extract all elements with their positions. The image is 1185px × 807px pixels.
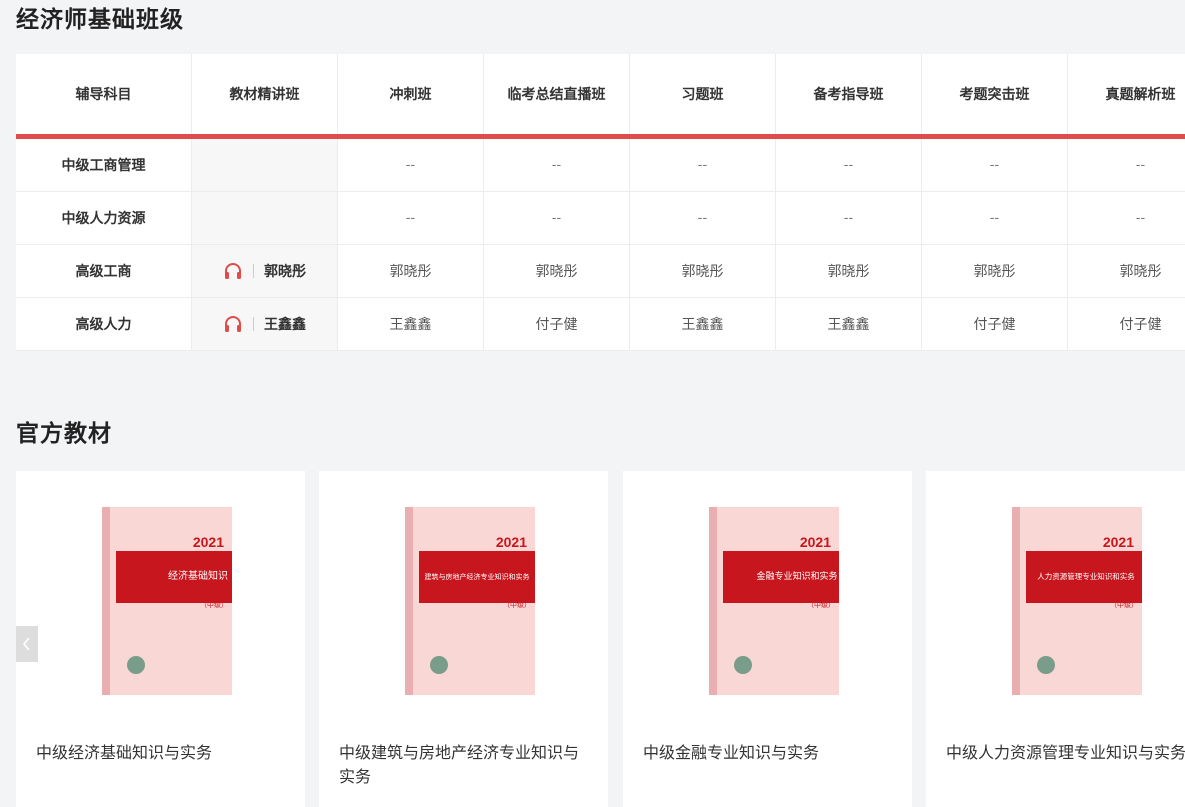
cover-level: （中级） xyxy=(1110,600,1138,609)
cover-name: 金融专业知识和实务 xyxy=(756,570,837,582)
cover-name: 人力资源管理专业知识和实务 xyxy=(1037,571,1135,581)
class-cell: -- xyxy=(922,139,1068,191)
class-cell[interactable]: 郭晓彤 xyxy=(484,245,630,297)
cover-year: 2021 xyxy=(1103,534,1134,550)
class-cell[interactable]: 郭晓彤 xyxy=(630,245,776,297)
book-title[interactable]: 中级人力资源管理专业知识与实务 xyxy=(946,741,1185,765)
header-sprint: 冲刺班 xyxy=(338,54,484,134)
cover-seal xyxy=(127,656,145,674)
class-cell: -- xyxy=(922,192,1068,244)
class-cell[interactable]: 王鑫鑫 xyxy=(338,298,484,350)
cover-name: 经济基础知识 xyxy=(168,569,228,582)
book-card[interactable]: 2021 金融专业知识和实务 （中级） 中级金融专业知识与实务 xyxy=(623,471,912,807)
divider xyxy=(253,317,254,331)
headphones-icon[interactable] xyxy=(223,315,243,333)
table-header-row: 辅导科目 教材精讲班 冲刺班 临考总结直播班 习题班 备考指导班 考题突击班 真… xyxy=(16,54,1185,134)
cover-year: 2021 xyxy=(496,534,527,550)
class-cell[interactable]: 付子健 xyxy=(484,298,630,350)
lecture-cell-empty xyxy=(192,192,338,244)
class-cell: -- xyxy=(1068,139,1185,191)
class-cell[interactable]: 郭晓彤 xyxy=(922,245,1068,297)
class-table: 辅导科目 教材精讲班 冲刺班 临考总结直播班 习题班 备考指导班 考题突击班 真… xyxy=(16,54,1185,351)
class-cell: -- xyxy=(1068,192,1185,244)
headphones-icon[interactable] xyxy=(223,262,243,280)
divider xyxy=(253,264,254,278)
section-title-books: 官方教材 xyxy=(16,421,112,447)
section-title-classes: 经济师基础班级 xyxy=(16,7,184,33)
cover-level: （中级） xyxy=(807,600,835,609)
lecturer-name[interactable]: 王鑫鑫 xyxy=(264,314,306,334)
class-cell: -- xyxy=(630,192,776,244)
header-lecture: 教材精讲班 xyxy=(192,54,338,134)
class-cell: -- xyxy=(484,139,630,191)
book-card[interactable]: 2021 经济基础知识 （中级） 中级经济基础知识与实务 xyxy=(16,471,305,807)
header-guide: 备考指导班 xyxy=(776,54,922,134)
class-cell[interactable]: 郭晓彤 xyxy=(338,245,484,297)
book-cover-image[interactable]: 2021 经济基础知识 （中级） xyxy=(102,507,232,695)
chevron-left-icon[interactable] xyxy=(22,636,32,652)
class-cell: -- xyxy=(630,139,776,191)
subject-cell: 高级人力 xyxy=(16,298,192,350)
class-cell[interactable]: 王鑫鑫 xyxy=(630,298,776,350)
cover-level: （中级） xyxy=(200,600,228,609)
class-cell[interactable]: 郭晓彤 xyxy=(776,245,922,297)
class-cell[interactable]: 付子健 xyxy=(1068,298,1185,350)
table-row: 高级人力 王鑫鑫 王鑫鑫 付子健 王鑫鑫 王鑫鑫 付子健 付子健 xyxy=(16,298,1185,351)
carousel-prev-button[interactable] xyxy=(16,626,38,662)
cover-level: （中级） xyxy=(503,600,531,609)
class-cell[interactable]: 付子健 xyxy=(922,298,1068,350)
class-cell: -- xyxy=(776,139,922,191)
lecture-cell[interactable]: 王鑫鑫 xyxy=(192,298,338,350)
book-title[interactable]: 中级经济基础知识与实务 xyxy=(36,741,286,765)
table-row: 中级工商管理 -- -- -- -- -- -- xyxy=(16,139,1185,192)
book-card[interactable]: 2021 人力资源管理专业知识和实务 （中级） 中级人力资源管理专业知识与实务 xyxy=(926,471,1185,807)
class-cell[interactable]: 郭晓彤 xyxy=(1068,245,1185,297)
book-cover-image[interactable]: 2021 建筑与房地产经济专业知识和实务 （中级） xyxy=(405,507,535,695)
class-cell: -- xyxy=(484,192,630,244)
header-analysis: 真题解析班 xyxy=(1068,54,1185,134)
book-card[interactable]: 2021 建筑与房地产经济专业知识和实务 （中级） 中级建筑与房地产经济专业知识… xyxy=(319,471,608,807)
book-carousel: 2021 经济基础知识 （中级） 中级经济基础知识与实务 2021 建筑与房地产… xyxy=(16,471,1185,807)
cover-seal xyxy=(430,656,448,674)
book-cover-image[interactable]: 2021 金融专业知识和实务 （中级） xyxy=(709,507,839,695)
class-cell: -- xyxy=(338,192,484,244)
book-title[interactable]: 中级建筑与房地产经济专业知识与实务 xyxy=(339,741,589,789)
header-assault: 考题突击班 xyxy=(922,54,1068,134)
lecture-cell[interactable]: 郭晓彤 xyxy=(192,245,338,297)
cover-seal xyxy=(1037,656,1055,674)
header-subject: 辅导科目 xyxy=(16,54,192,134)
subject-cell: 高级工商 xyxy=(16,245,192,297)
table-row: 中级人力资源 -- -- -- -- -- -- xyxy=(16,192,1185,245)
book-cover-image[interactable]: 2021 人力资源管理专业知识和实务 （中级） xyxy=(1012,507,1142,695)
table-row: 高级工商 郭晓彤 郭晓彤 郭晓彤 郭晓彤 郭晓彤 郭晓彤 郭晓彤 xyxy=(16,245,1185,298)
header-exercise: 习题班 xyxy=(630,54,776,134)
class-cell[interactable]: 王鑫鑫 xyxy=(776,298,922,350)
subject-cell: 中级人力资源 xyxy=(16,192,192,244)
lecturer-name[interactable]: 郭晓彤 xyxy=(264,261,306,281)
cover-year: 2021 xyxy=(800,534,831,550)
class-cell: -- xyxy=(338,139,484,191)
book-title[interactable]: 中级金融专业知识与实务 xyxy=(643,741,893,765)
class-cell: -- xyxy=(776,192,922,244)
lecture-cell-empty xyxy=(192,139,338,191)
header-live: 临考总结直播班 xyxy=(484,54,630,134)
subject-cell: 中级工商管理 xyxy=(16,139,192,191)
cover-seal xyxy=(734,656,752,674)
cover-name: 建筑与房地产经济专业知识和实务 xyxy=(425,572,530,581)
cover-year: 2021 xyxy=(193,534,224,550)
